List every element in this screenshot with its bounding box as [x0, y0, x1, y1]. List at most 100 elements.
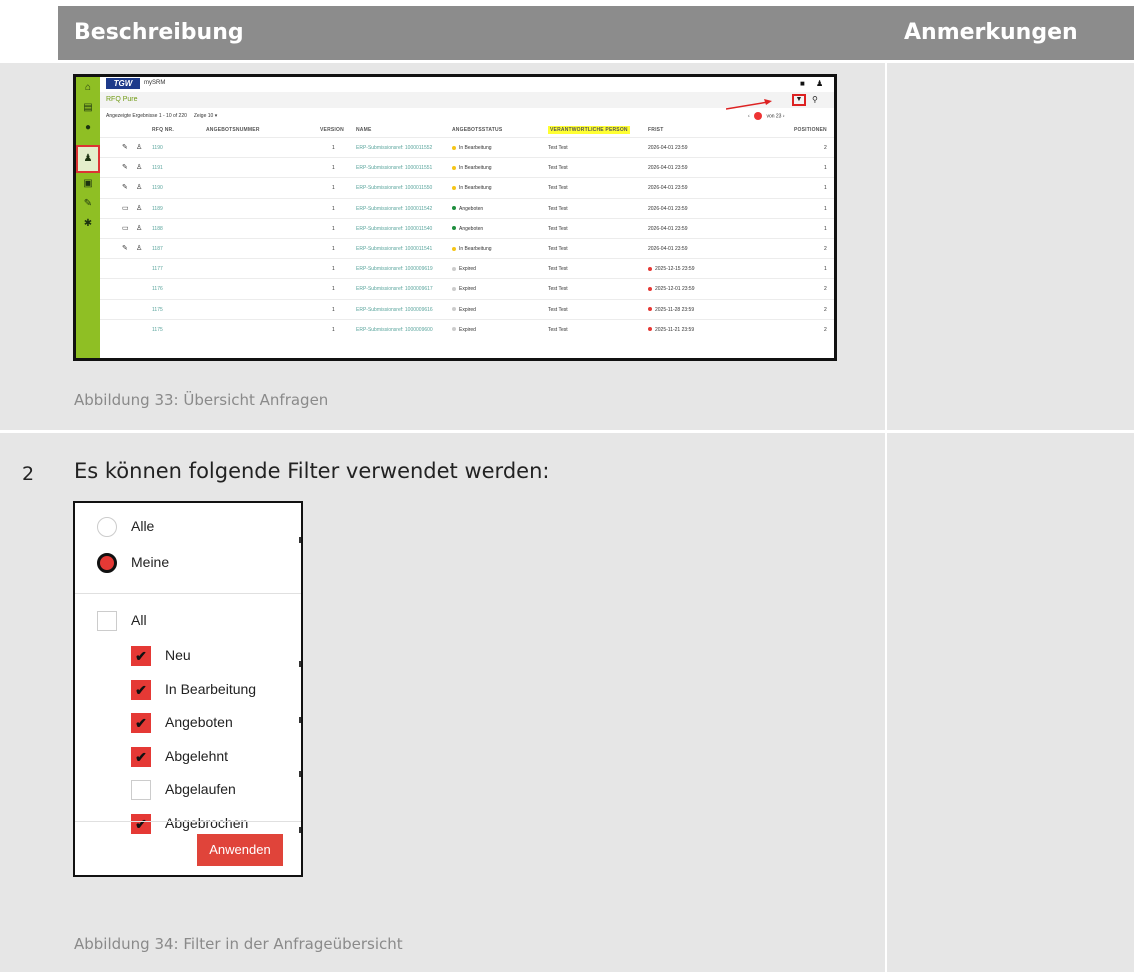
- table-row[interactable]: ✎ ♙ 1187 1 ERP-Submissionsref: 1000011541 In …: [100, 238, 834, 258]
- prev-page-icon[interactable]: ‹: [748, 113, 750, 119]
- cell-text: ERP-Submissionsref: 1000011541: [356, 246, 433, 252]
- cell-text: Test Test: [548, 165, 568, 172]
- table-cell-nr[interactable]: 1188: [152, 226, 163, 232]
- table-cell-nr[interactable]: 1177: [152, 266, 163, 272]
- tools-icon[interactable]: ✎: [81, 197, 95, 211]
- table-cell-name[interactable]: ERP-Submissionsref: 1000011550: [356, 185, 432, 191]
- table-cell-nr[interactable]: 1190: [152, 145, 163, 151]
- status-checkbox[interactable]: [131, 780, 151, 800]
- gear-icon[interactable]: ✱: [81, 217, 95, 231]
- table-cell-name[interactable]: ERP-Submissionsref: 1000009600: [356, 327, 433, 333]
- table-cell-name[interactable]: ERP-Submissionsref: 1000011551: [356, 165, 432, 171]
- edit-icon[interactable]: ✎: [122, 244, 128, 252]
- person-icon[interactable]: ♙: [136, 204, 142, 212]
- table-cell-person: Test Test: [548, 307, 568, 313]
- radio-mine[interactable]: [97, 553, 117, 573]
- radio-all-label: Alle: [131, 518, 155, 534]
- table-header: Beschreibung Anmerkungen: [58, 6, 1134, 60]
- person-icon[interactable]: ♙: [136, 244, 142, 252]
- table-cell-frist: 2025-11-28 23:59: [648, 307, 694, 313]
- table-cell-nr[interactable]: 1176: [152, 286, 163, 292]
- document-icon[interactable]: ▣: [81, 177, 95, 191]
- cell-text: 1: [332, 185, 335, 192]
- edit-icon[interactable]: ✎: [122, 183, 128, 191]
- user-icon[interactable]: ♟: [816, 79, 823, 88]
- deadline-alert-dot: [648, 287, 652, 292]
- notifications-icon[interactable]: ■: [800, 79, 805, 88]
- table-cell-nr[interactable]: 1175: [152, 307, 163, 313]
- folder-icon[interactable]: ▭: [122, 204, 129, 212]
- search-icon[interactable]: ⚲: [812, 95, 818, 104]
- chart-icon[interactable]: ●: [81, 121, 95, 135]
- results-text: Angezeigte Ergebnisse 1 - 10 of 220: [106, 113, 187, 119]
- table-row[interactable]: ▭ ♙ 1188 1 ERP-Submissionsref: 1000011540 Ang…: [100, 217, 834, 238]
- cell-text: ERP-Submissionsref: 1000009617: [356, 286, 433, 293]
- column-header[interactable]: ANGEBOTSSTATUS: [452, 127, 502, 133]
- checkbox-all-label: All: [131, 612, 147, 628]
- status-checkbox[interactable]: ✔: [131, 813, 151, 834]
- person-icon[interactable]: ♙: [136, 183, 142, 191]
- table-cell-nr[interactable]: 1175: [152, 327, 163, 333]
- column-header[interactable]: FRIST: [648, 127, 663, 133]
- current-page-indicator[interactable]: [754, 112, 763, 120]
- table-cell-nr[interactable]: 1187: [152, 246, 163, 252]
- edit-icon[interactable]: ✎: [122, 143, 128, 151]
- table-cell-nr[interactable]: 1190: [152, 185, 163, 191]
- table-cell-name[interactable]: ERP-Submissionsref: 1000009619: [356, 266, 433, 272]
- folder-icon[interactable]: ▭: [122, 224, 129, 232]
- table-row[interactable]: 1176 1 ERP-Submissionsref: 1000009617 Expir…: [100, 278, 834, 298]
- table-cell-name[interactable]: ERP-Submissionsref: 1000011541: [356, 246, 432, 252]
- table-cell-version: 1: [332, 185, 335, 191]
- checkbox-all[interactable]: [97, 611, 117, 631]
- cell-text: ERP-Submissionsref: 1000011550: [356, 185, 433, 192]
- cell-text: 1: [332, 145, 335, 151]
- table-row[interactable]: ▭ ♙ 1189 1 ERP-Submissionsref: 1000011542 Ang…: [100, 197, 834, 218]
- cell-text: 1: [332, 246, 335, 252]
- column-header[interactable]: RFQ NR.: [152, 127, 174, 133]
- deadline-alert-dot: [648, 266, 652, 271]
- user-rfq-icon[interactable]: ♟: [81, 152, 95, 166]
- person-icon[interactable]: ♙: [136, 143, 142, 151]
- status-checkbox[interactable]: ✔: [131, 746, 151, 767]
- database-icon[interactable]: ▤: [81, 101, 95, 115]
- person-icon[interactable]: ♙: [136, 224, 142, 232]
- cell-text: In Bearbeitung: [459, 246, 492, 252]
- table-cell-name[interactable]: ERP-Submissionsref: 1000009617: [356, 286, 433, 292]
- table-cell-name[interactable]: ERP-Submissionsref: 1000011542: [356, 206, 432, 212]
- cell-text: Test Test: [548, 145, 568, 151]
- table-row[interactable]: 1175 1 ERP-Submissionsref: 1000009600 Expir…: [100, 318, 834, 339]
- page-size-select[interactable]: 10: [208, 113, 214, 119]
- table-row[interactable]: 1175 1 ERP-Submissionsref: 1000009616 Expir…: [100, 298, 834, 319]
- radio-all[interactable]: [97, 517, 117, 537]
- cell-text: 2026-04-01 23:59: [648, 225, 688, 232]
- table-row[interactable]: ✎ ♙ 1190 1 ERP-Submissionsref: 1000011550 In …: [100, 177, 834, 197]
- table-row[interactable]: 1177 1 ERP-Submissionsref: 1000009619 Expir…: [100, 258, 834, 278]
- table-cell-name[interactable]: ERP-Submissionsref: 1000009616: [356, 307, 433, 313]
- cell-text: 2026-04-01 23:59: [648, 246, 688, 252]
- table-row[interactable]: ✎ ♙ 1191 1 ERP-Submissionsref: 1000011551 In …: [100, 157, 834, 177]
- table-cell-nr[interactable]: 1191: [152, 165, 163, 171]
- person-icon[interactable]: ♙: [136, 163, 142, 171]
- next-page-icon[interactable]: ›: [783, 113, 785, 119]
- cell-text: 1: [332, 326, 335, 333]
- home-icon[interactable]: ⌂: [81, 81, 95, 95]
- column-header[interactable]: ANGEBOTSNUMMER: [206, 127, 260, 133]
- apply-button[interactable]: Anwenden: [197, 834, 283, 866]
- status-checkbox-label: Angeboten: [165, 714, 233, 730]
- table-row[interactable]: ✎ ♙ 1190 1 ERP-Submissionsref: 1000011552 In …: [100, 137, 834, 157]
- column-header-highlighted[interactable]: VERANTWORTLICHE PERSON: [548, 126, 630, 134]
- status-checkbox[interactable]: ✔: [131, 646, 151, 666]
- column-header[interactable]: POSITIONEN: [794, 127, 827, 133]
- column-header[interactable]: NAME: [356, 127, 372, 133]
- status-checkbox[interactable]: ✔: [131, 713, 151, 733]
- figure-caption-34: Abbildung 34: Filter in der Anfrageübers…: [74, 935, 403, 953]
- status-checkbox[interactable]: ✔: [131, 679, 151, 700]
- pager-total: von 23: [766, 113, 782, 120]
- table-cell-name[interactable]: ERP-Submissionsref: 1000011552: [356, 145, 432, 151]
- table-cell-nr[interactable]: 1189: [152, 206, 163, 212]
- column-header[interactable]: VERSION: [320, 127, 344, 133]
- status-dot: [452, 307, 456, 312]
- edit-icon[interactable]: ✎: [122, 163, 128, 171]
- table-cell-name[interactable]: ERP-Submissionsref: 1000011540: [356, 226, 432, 232]
- filter-icon[interactable]: ▼: [792, 94, 806, 106]
